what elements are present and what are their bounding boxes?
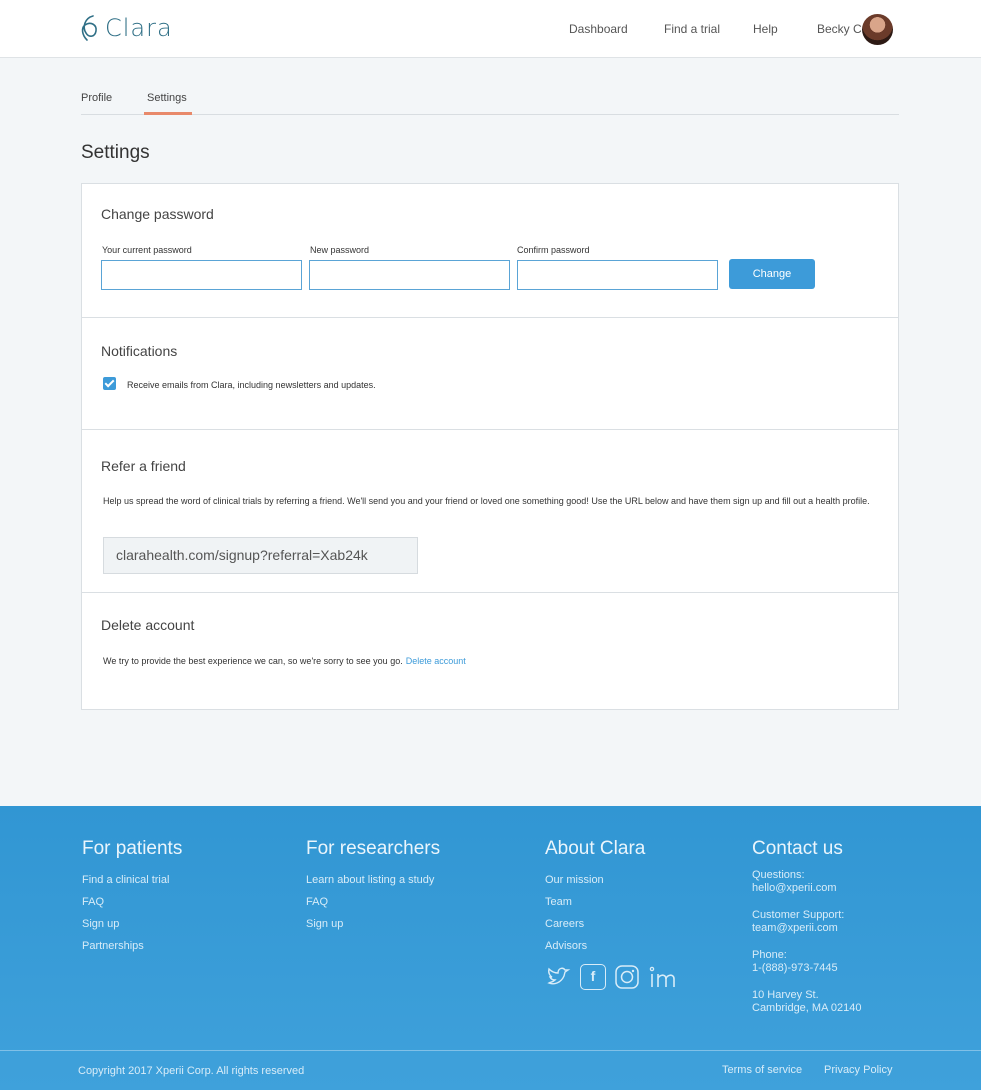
top-header: Clara Dashboard Find a trial Help Becky …	[0, 0, 981, 58]
social-links: f	[546, 964, 676, 990]
delete-account-message: We try to provide the best experience we…	[103, 656, 403, 666]
contact-support: Customer Support: team@xperii.com	[752, 909, 861, 935]
footer-bottom-bar: Copyright 2017 Xperii Corp. All rights r…	[0, 1050, 981, 1090]
referral-url-field[interactable]: clarahealth.com/signup?referral=Xab24k	[103, 537, 418, 574]
confirm-password-label: Confirm password	[517, 245, 590, 255]
notifications-section: Notifications Receive emails from Clara,…	[82, 318, 898, 430]
footer-link-mission[interactable]: Our mission	[545, 869, 645, 891]
twitter-icon[interactable]	[546, 964, 572, 990]
footer-link-partnerships[interactable]: Partnerships	[82, 935, 182, 957]
nav-user-name[interactable]: Becky C	[817, 22, 862, 36]
change-password-button[interactable]: Change	[729, 259, 815, 289]
footer-link-listing-study[interactable]: Learn about listing a study	[306, 869, 440, 891]
refer-friend-section: Refer a friend Help us spread the word o…	[82, 430, 898, 593]
footer-contact-title: Contact us	[752, 838, 843, 859]
delete-account-title: Delete account	[101, 617, 195, 633]
change-password-title: Change password	[101, 206, 214, 222]
contact-phone-label: Phone:	[752, 949, 787, 961]
contact-questions: Questions: hello@xperii.com	[752, 869, 861, 895]
contact-support-label: Customer Support:	[752, 909, 845, 921]
footer-link-faq[interactable]: FAQ	[82, 891, 182, 913]
site-footer: For patients Find a clinical trial FAQ S…	[0, 806, 981, 1090]
email-opt-in-checkbox[interactable]	[103, 377, 116, 390]
footer-researchers-title: For researchers	[306, 838, 441, 859]
footer-patients-column: For patients Find a clinical trial FAQ S…	[82, 838, 182, 957]
confirm-password-input[interactable]	[517, 260, 718, 290]
nav-dashboard[interactable]: Dashboard	[569, 22, 628, 36]
terms-of-service-link[interactable]: Terms of service	[722, 1064, 802, 1076]
contact-questions-label: Questions:	[752, 869, 805, 881]
contact-address: 10 Harvey St. Cambridge, MA 02140	[752, 989, 861, 1015]
current-password-label: Your current password	[102, 245, 192, 255]
current-password-input[interactable]	[101, 260, 302, 290]
notifications-title: Notifications	[101, 343, 178, 359]
contact-phone: Phone: 1-(888)-973-7445	[752, 949, 861, 975]
new-password-label: New password	[310, 245, 370, 255]
clara-logo-icon	[81, 15, 97, 41]
refer-friend-title: Refer a friend	[101, 458, 186, 474]
active-tab-indicator	[144, 112, 192, 115]
footer-link-advisors[interactable]: Advisors	[545, 935, 645, 957]
change-password-section: Change password Your current password Ne…	[82, 184, 898, 318]
footer-researchers-column: For researchers Learn about listing a st…	[306, 838, 440, 935]
footer-link-find-trial[interactable]: Find a clinical trial	[82, 869, 182, 891]
footer-about-column: About Clara Our mission Team Careers Adv…	[545, 838, 645, 957]
footer-about-title: About Clara	[545, 838, 646, 859]
new-password-input[interactable]	[309, 260, 510, 290]
tab-settings[interactable]: Settings	[147, 92, 187, 112]
contact-phone-number[interactable]: 1-(888)-973-7445	[752, 962, 861, 975]
contact-address-line-1: 10 Harvey St.	[752, 989, 819, 1001]
page-title: Settings	[81, 142, 150, 163]
settings-card: Change password Your current password Ne…	[81, 183, 899, 710]
footer-link-researcher-faq[interactable]: FAQ	[306, 891, 440, 913]
nav-help[interactable]: Help	[753, 22, 778, 36]
logo-text: Clara	[105, 14, 173, 42]
footer-contact-column: Contact us Questions: hello@xperii.com C…	[752, 838, 861, 1029]
delete-account-text: We try to provide the best experience we…	[103, 656, 466, 666]
contact-questions-email[interactable]: hello@xperii.com	[752, 882, 861, 895]
avatar[interactable]	[862, 14, 893, 45]
tab-profile[interactable]: Profile	[81, 92, 112, 112]
footer-link-careers[interactable]: Careers	[545, 913, 645, 935]
footer-patients-title: For patients	[82, 838, 183, 859]
nav-find-a-trial[interactable]: Find a trial	[664, 22, 720, 36]
facebook-icon[interactable]: f	[580, 964, 606, 990]
delete-account-link[interactable]: Delete account	[406, 656, 466, 666]
copyright-text: Copyright 2017 Xperii Corp. All rights r…	[78, 1065, 305, 1077]
email-opt-in-label[interactable]: Receive emails from Clara, including new…	[127, 380, 376, 390]
footer-link-team[interactable]: Team	[545, 891, 645, 913]
settings-tabs: Profile Settings	[81, 92, 899, 115]
footer-link-sign-up[interactable]: Sign up	[82, 913, 182, 935]
refer-friend-description: Help us spread the word of clinical tria…	[103, 496, 870, 506]
contact-address-line-2: Cambridge, MA 02140	[752, 1002, 862, 1014]
delete-account-section: Delete account We try to provide the bes…	[82, 593, 898, 709]
contact-support-email[interactable]: team@xperii.com	[752, 922, 861, 935]
footer-link-researcher-sign-up[interactable]: Sign up	[306, 913, 440, 935]
privacy-policy-link[interactable]: Privacy Policy	[824, 1064, 892, 1076]
clara-logo[interactable]: Clara	[79, 13, 173, 43]
instagram-icon[interactable]	[614, 964, 640, 990]
linkedin-icon[interactable]	[648, 964, 676, 990]
